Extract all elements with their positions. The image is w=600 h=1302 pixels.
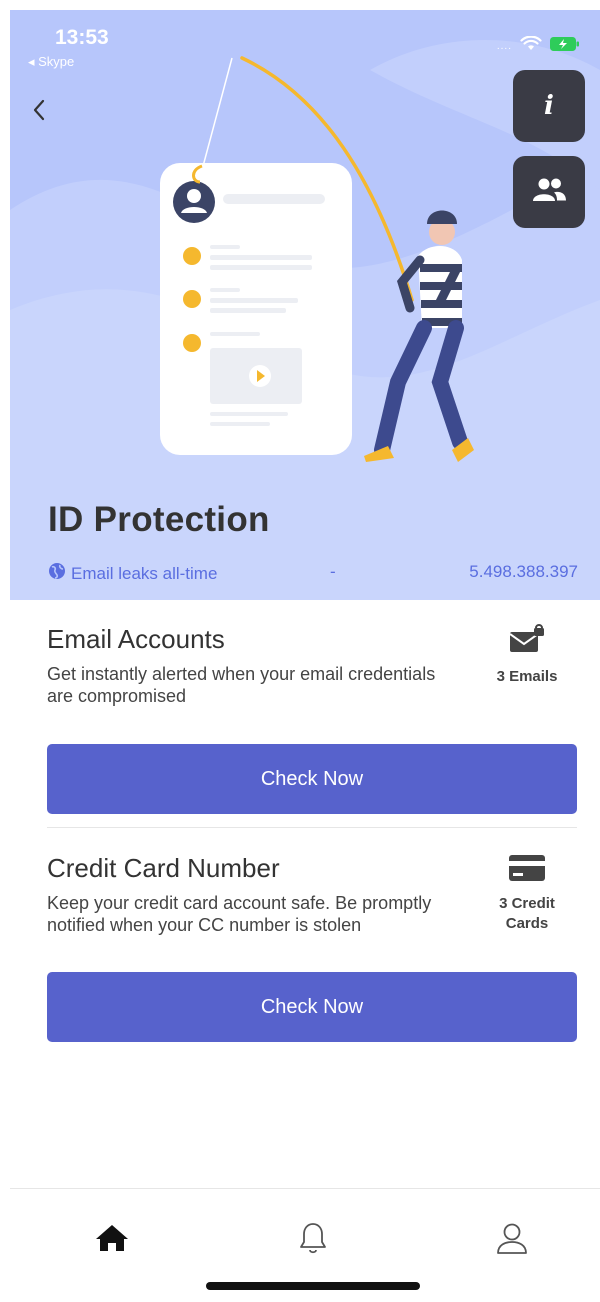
credit-card-number-card: Credit Card Number Keep your credit card… [47,853,577,936]
profile-icon [495,1221,529,1260]
email-leaks-separator: - [330,562,336,581]
email-lock-icon [508,624,546,660]
email-count-badge: 3 Emails [477,624,577,687]
page-title: ID Protection [48,500,270,539]
credit-card-check-now-button[interactable]: Check Now [47,972,577,1042]
section-divider [47,827,577,828]
email-leaks-row: Email leaks all-time - 5.498.388.397 [48,562,578,586]
bell-icon [298,1221,328,1260]
email-leaks-count: 5.498.388.397 [469,562,578,581]
email-accounts-card: Email Accounts Get instantly alerted whe… [47,624,577,707]
app-screen: 13:53 ◂ Skype .... i ID Protection Email… [10,10,600,1302]
email-leaks-text: Email leaks all-time [71,563,218,583]
tab-bar-divider [10,1188,600,1189]
home-indicator[interactable] [206,1282,420,1290]
hero-section: 13:53 ◂ Skype .... i ID Protection Email… [10,10,600,600]
credit-card-icon [507,855,547,887]
phishing-illustration [160,56,474,462]
home-icon [95,1223,129,1258]
globe-icon [48,562,66,585]
email-check-now-button[interactable]: Check Now [47,744,577,814]
email-accounts-description: Get instantly alerted when your email cr… [47,664,436,706]
credit-card-count-text: 3 Credit Cards [499,895,555,932]
tab-home[interactable] [82,1215,142,1265]
email-leaks-label: Email leaks all-time [48,562,217,585]
credit-card-description: Keep your credit card account safe. Be p… [47,893,432,935]
tab-profile[interactable] [482,1215,542,1265]
tab-notifications[interactable] [283,1215,343,1265]
email-count-text: 3 Emails [496,668,558,685]
credit-card-count-badge: 3 Credit Cards [477,853,577,934]
